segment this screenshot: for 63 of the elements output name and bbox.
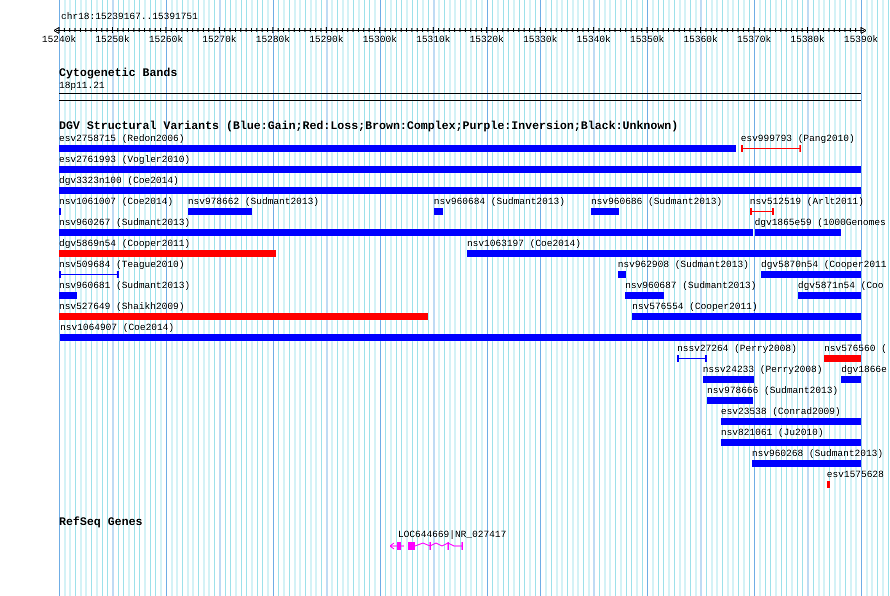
variant-label: nssv24233 (Perry2008) — [702, 364, 822, 376]
variant-label: esv999793 (Pang2010) — [740, 133, 855, 145]
ruler-tick-label: 15300k — [362, 34, 397, 46]
variant-label: dgv3323n100 (Coe2014) — [59, 175, 179, 187]
ruler-tick-label: 15240k — [42, 34, 76, 46]
ruler-tick-label: 15350k — [630, 34, 664, 46]
variant-label: esv23538 (Conrad2009) — [720, 406, 841, 418]
variant-bar[interactable] — [434, 208, 443, 215]
variant-label: dgv1865e59 (1000Genomes — [754, 217, 886, 229]
variant-range-line[interactable] — [740, 144, 802, 153]
variant-label: nsv960687 (Sudmant2013) — [625, 280, 756, 292]
variant-label: nsv960681 (Sudmant2013) — [59, 280, 190, 292]
variant-label: dgv5871n54 (Coo — [798, 280, 884, 292]
band-label: 18p11.21 — [59, 80, 105, 92]
variant-label: nssv27264 (Perry2008) — [677, 343, 797, 355]
variant-bar[interactable] — [59, 292, 78, 299]
track-title: RefSeq Genes — [59, 516, 142, 529]
variant-label: nsv1063197 (Coe2014) — [466, 238, 581, 250]
variant-label: nsv978666 (Sudmant2013) — [707, 385, 838, 397]
variant-label: dgv1866e — [841, 364, 887, 376]
ruler-tick-label: 15320k — [470, 34, 504, 46]
variant-label: nsv960686 (Sudmant2013) — [590, 196, 722, 208]
ruler-tick-label: 15290k — [309, 34, 344, 46]
variant-label: dgv5869n54 (Cooper2011) — [59, 238, 190, 250]
variant-label: nsv576560 ( — [824, 343, 887, 355]
gene-model-drawing[interactable] — [390, 541, 464, 551]
ruler-tick-label: 15360k — [683, 34, 718, 46]
ruler-tick-label: 15340k — [576, 34, 611, 46]
ruler-tick-label: 15380k — [790, 34, 825, 46]
location-label: chr18:15239167..15391751 — [61, 11, 198, 23]
variant-range-line[interactable] — [59, 270, 119, 279]
track-title: DGV Structural Variants (Blue:Gain;Red:Loss;Brown:Complex;Purple:Inversion;Black:Unknown) — [59, 120, 678, 133]
ruler-tick-label: 15390k — [844, 34, 878, 46]
variant-label: nsv512519 (Arlt2011) — [750, 196, 864, 208]
variant-label: esv2758715 (Redon2006) — [59, 133, 184, 145]
ruler-tick-label: 15250k — [95, 34, 130, 46]
chromosome-band[interactable] — [59, 93, 861, 101]
ruler-tick-label: 15280k — [256, 34, 290, 46]
variant-bar[interactable] — [618, 271, 626, 278]
variant-label: nsv1064907 (Coe2014) — [60, 322, 174, 334]
variant-label: nsv509684 (Teague2010) — [59, 259, 184, 271]
variant-label: dgv5870n54 (Cooper2011 — [761, 259, 886, 271]
variant-label: nsv960268 (Sudmant2013) — [752, 448, 884, 460]
track-title: Cytogenetic Bands — [59, 67, 178, 80]
variant-label: esv1575628 — [826, 469, 884, 481]
variant-label: nsv962908 (Sudmant2013) — [618, 259, 749, 271]
variant-label: nsv978662 (Sudmant2013) — [188, 196, 319, 208]
variant-label: nsv527649 (Shaikh2009) — [59, 301, 184, 313]
variant-label: nsv960684 (Sudmant2013) — [434, 196, 565, 208]
gene-label: LOC644669|NR_027417 — [398, 529, 506, 541]
ruler-tick-label: 15270k — [202, 34, 236, 46]
variant-label: nsv1061007 (Coe2014) — [59, 196, 174, 208]
variant-range-line[interactable] — [750, 207, 774, 216]
variant-label: esv2761993 (Vogler2010) — [59, 154, 190, 166]
ruler-tick-label: 15370k — [736, 34, 772, 46]
variant-bar[interactable] — [826, 481, 830, 488]
variant-label: nsv576554 (Cooper2011) — [632, 301, 758, 313]
ruler-tick-label: 15260k — [148, 34, 184, 46]
variant-range-line[interactable] — [677, 354, 707, 363]
ruler-tick-label: 15310k — [416, 34, 450, 46]
variant-label: nsv821061 (Ju2010) — [720, 427, 824, 439]
variant-label: nsv960267 (Sudmant2013) — [59, 217, 190, 229]
ruler-tick-label: 15330k — [523, 34, 558, 46]
